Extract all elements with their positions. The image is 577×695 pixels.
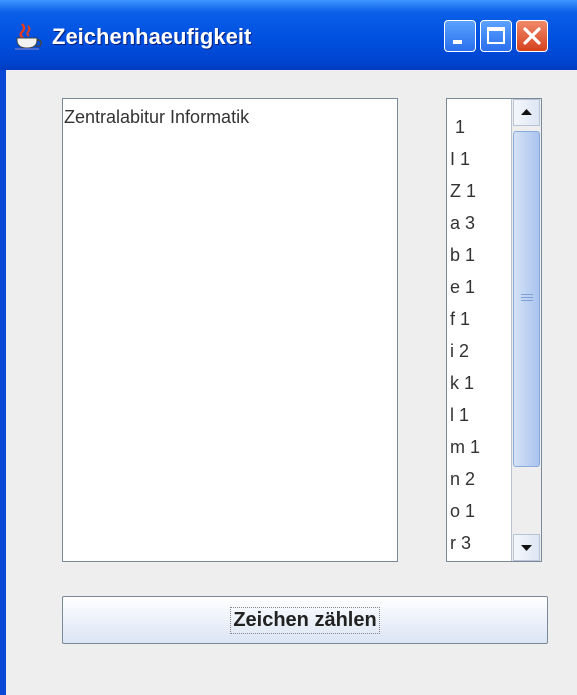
maximize-icon — [487, 27, 505, 44]
list-item[interactable]: l 1 — [450, 399, 510, 431]
list-item[interactable]: m 1 — [450, 431, 510, 463]
close-button[interactable] — [516, 20, 548, 52]
list-item[interactable]: I 1 — [450, 143, 510, 175]
list-item[interactable]: e 1 — [450, 271, 510, 303]
list-scrollbar[interactable] — [511, 99, 541, 561]
java-coffee-cup-icon — [15, 23, 42, 50]
close-icon — [523, 27, 541, 45]
arrow-up-icon — [521, 109, 532, 115]
list-item[interactable]: a 3 — [450, 207, 510, 239]
window-title: Zeichenhaeufigkeit — [52, 24, 252, 49]
scroll-up-button[interactable] — [513, 99, 540, 126]
frequency-list[interactable]: 1I 1Z 1a 3b 1e 1f 1i 2k 1l 1m 1n 2o 1r 3 — [446, 98, 542, 562]
list-item[interactable]: i 2 — [450, 335, 510, 367]
arrow-down-icon — [521, 545, 532, 551]
count-characters-button-label: Zeichen zählen — [230, 606, 380, 634]
frequency-list-items: 1I 1Z 1a 3b 1e 1f 1i 2k 1l 1m 1n 2o 1r 3 — [450, 111, 510, 559]
list-item[interactable]: Z 1 — [450, 175, 510, 207]
list-item[interactable]: f 1 — [450, 303, 510, 335]
title-bar[interactable]: Zeichenhaeufigkeit — [0, 0, 577, 70]
list-item[interactable]: b 1 — [450, 239, 510, 271]
application-window: Zeichenhaeufigkeit Zentralabitur Informa… — [0, 0, 577, 695]
scroll-thumb[interactable] — [513, 131, 540, 467]
list-item[interactable]: r 3 — [450, 527, 510, 559]
list-item[interactable]: n 2 — [450, 463, 510, 495]
minimize-icon — [453, 40, 462, 44]
scroll-down-button[interactable] — [513, 534, 540, 561]
list-item[interactable]: o 1 — [450, 495, 510, 527]
scroll-grip-icon — [521, 294, 533, 303]
list-item[interactable]: 1 — [450, 111, 510, 143]
list-item[interactable]: k 1 — [450, 367, 510, 399]
maximize-button[interactable] — [480, 20, 512, 52]
count-characters-button[interactable]: Zeichen zählen — [62, 596, 548, 644]
minimize-button[interactable] — [444, 20, 476, 52]
input-text-area[interactable]: Zentralabitur Informatik — [62, 98, 398, 562]
